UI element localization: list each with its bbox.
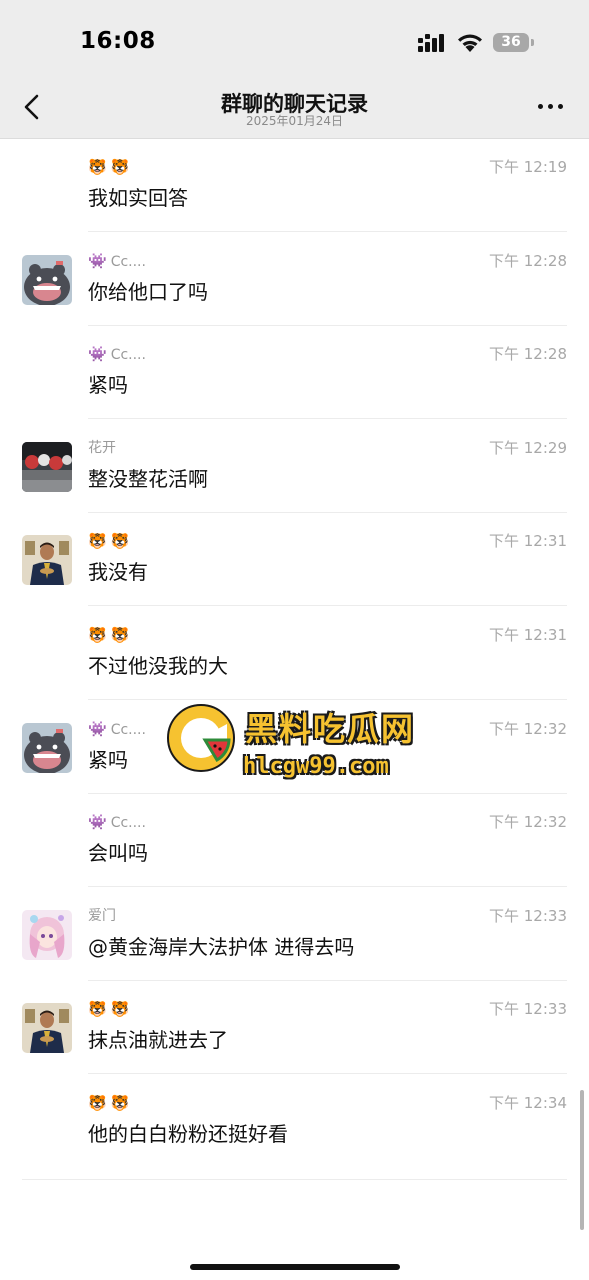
message-timestamp: 下午 12:33 bbox=[489, 1000, 567, 1019]
message-text: 整没整花活啊 bbox=[88, 466, 208, 491]
watermark-url: hlcgw99.com bbox=[243, 754, 389, 779]
sender-label: 花开 bbox=[88, 439, 116, 456]
message-text: 我如实回答 bbox=[88, 186, 188, 210]
tiger-face-emoji-icon: 🐯 bbox=[110, 1000, 130, 1019]
tiger-face-emoji-icon: 🐯 bbox=[88, 158, 107, 176]
sender-name: 🐯 🐯 bbox=[88, 998, 133, 1020]
sender-label: Cc.... bbox=[110, 815, 146, 832]
battery-cap bbox=[531, 39, 534, 46]
sender-name: 👾 Cc.... bbox=[88, 718, 146, 740]
sender-name: 👾 Cc.... bbox=[88, 343, 146, 365]
nav-bar: 群聊的聊天记录 2025年01月24日 bbox=[0, 84, 589, 139]
sender-name: 爱门 bbox=[88, 905, 116, 927]
status-time: 16:08 bbox=[80, 28, 156, 54]
status-bar: 16:08 36 bbox=[0, 0, 589, 84]
message-text: @黄金海岸大法护体 进得去吗 bbox=[88, 934, 355, 959]
sender-name: 👾 Cc.... bbox=[88, 811, 146, 833]
tiger-face-emoji-icon: 🐯 bbox=[88, 1000, 107, 1019]
message-timestamp: 下午 12:32 bbox=[489, 719, 567, 738]
avatar[interactable] bbox=[22, 254, 72, 305]
avatar[interactable] bbox=[22, 441, 72, 492]
message-item[interactable]: 👾 Cc.... 下午 12:28 你给他口了吗 bbox=[0, 233, 589, 326]
message-item[interactable]: 🐯 🐯 下午 12:31 不过他没我的大 bbox=[0, 607, 589, 700]
message-item[interactable]: 👾 Cc.... 下午 12:28 紧吗 bbox=[0, 326, 589, 420]
message-timestamp: 下午 12:33 bbox=[489, 906, 567, 925]
avatar[interactable] bbox=[22, 535, 72, 586]
message-item[interactable]: 🐯 🐯 下午 12:34 他的白白粉粉还挺好看 bbox=[0, 1075, 589, 1168]
watermark-title: 黑料吃瓜网 bbox=[245, 710, 416, 748]
avatar[interactable] bbox=[22, 1003, 72, 1054]
battery-level: 36 bbox=[501, 34, 521, 50]
alien-monster-emoji-icon: 👾 bbox=[88, 345, 107, 364]
tiger-face-emoji-icon: 🐯 bbox=[110, 532, 130, 551]
avatar[interactable] bbox=[22, 722, 72, 773]
sender-label: Cc.... bbox=[110, 347, 146, 364]
message-item[interactable]: 🐯 🐯 下午 12:31 我没有 bbox=[0, 513, 589, 607]
sender-name: 🐯 🐯 bbox=[88, 530, 133, 552]
sender-name: 👾 Cc.... bbox=[88, 250, 146, 272]
sender-name: 花开 bbox=[88, 437, 116, 459]
message-item[interactable]: 爱门 下午 12:33 @黄金海岸大法护体 进得去吗 bbox=[0, 888, 589, 981]
cellular-signal-icon bbox=[418, 34, 444, 52]
message-text: 不过他没我的大 bbox=[88, 654, 228, 678]
message-text: 抹点油就进去了 bbox=[88, 1028, 228, 1053]
sender-label: 爱门 bbox=[88, 907, 116, 924]
message-timestamp: 下午 12:31 bbox=[489, 532, 567, 551]
tiger-face-emoji-icon: 🐯 bbox=[88, 532, 107, 551]
wifi-icon bbox=[458, 34, 482, 52]
tiger-face-emoji-icon: 🐯 bbox=[110, 1094, 130, 1112]
list-end-divider bbox=[22, 1179, 567, 1180]
message-text: 紧吗 bbox=[88, 373, 128, 398]
chat-date: 2025年01月24日 bbox=[245, 114, 344, 128]
message-text: 你给他口了吗 bbox=[88, 279, 208, 304]
sender-name: 🐯 🐯 bbox=[88, 156, 133, 178]
avatar[interactable] bbox=[22, 909, 72, 960]
battery-icon: 36 bbox=[493, 33, 529, 52]
tiger-face-emoji-icon: 🐯 bbox=[110, 158, 130, 176]
sender-name: 🐯 🐯 bbox=[88, 1092, 133, 1114]
scrollbar[interactable] bbox=[580, 1090, 584, 1230]
alien-monster-emoji-icon: 👾 bbox=[88, 251, 107, 270]
message-item[interactable]: 花开 下午 12:29 整没整花活啊 bbox=[0, 420, 589, 513]
alien-monster-emoji-icon: 👾 bbox=[88, 813, 107, 832]
home-indicator bbox=[190, 1264, 400, 1270]
message-text: 他的白白粉粉还挺好看 bbox=[88, 1122, 288, 1146]
message-timestamp: 下午 12:28 bbox=[489, 345, 567, 364]
message-text: 会叫吗 bbox=[88, 841, 148, 866]
message-timestamp: 下午 12:34 bbox=[489, 1094, 567, 1112]
message-timestamp: 下午 12:31 bbox=[489, 626, 567, 644]
message-item[interactable]: 👾 Cc.... 下午 12:32 会叫吗 bbox=[0, 794, 589, 888]
message-text: 我没有 bbox=[88, 560, 148, 585]
sender-name: 🐯 🐯 bbox=[88, 624, 133, 646]
sender-label: Cc.... bbox=[110, 253, 146, 270]
tiger-face-emoji-icon: 🐯 bbox=[88, 1094, 107, 1112]
sender-label: Cc.... bbox=[110, 721, 146, 738]
more-options-icon[interactable] bbox=[535, 96, 567, 116]
message-timestamp: 下午 12:28 bbox=[489, 251, 567, 270]
tiger-face-emoji-icon: 🐯 bbox=[88, 626, 107, 644]
message-text: 紧吗 bbox=[88, 747, 128, 772]
tiger-face-emoji-icon: 🐯 bbox=[110, 626, 130, 644]
message-timestamp: 下午 12:29 bbox=[489, 438, 567, 457]
message-timestamp: 下午 12:32 bbox=[489, 813, 567, 832]
watermark-logo-icon bbox=[167, 704, 235, 772]
watermark: 黑料吃瓜网 hlcgw99.com bbox=[165, 702, 450, 782]
message-list[interactable]: 🐯 🐯 下午 12:19 我如实回答 👾 Cc.... 下午 12:28 你给他口了吗 👾 Cc.… bbox=[0, 139, 589, 1184]
message-item[interactable]: 🐯 🐯 下午 12:33 抹点油就进去了 bbox=[0, 981, 589, 1075]
message-item[interactable]: 🐯 🐯 下午 12:19 我如实回答 bbox=[0, 139, 589, 232]
message-timestamp: 下午 12:19 bbox=[489, 158, 567, 176]
alien-monster-emoji-icon: 👾 bbox=[88, 719, 107, 738]
